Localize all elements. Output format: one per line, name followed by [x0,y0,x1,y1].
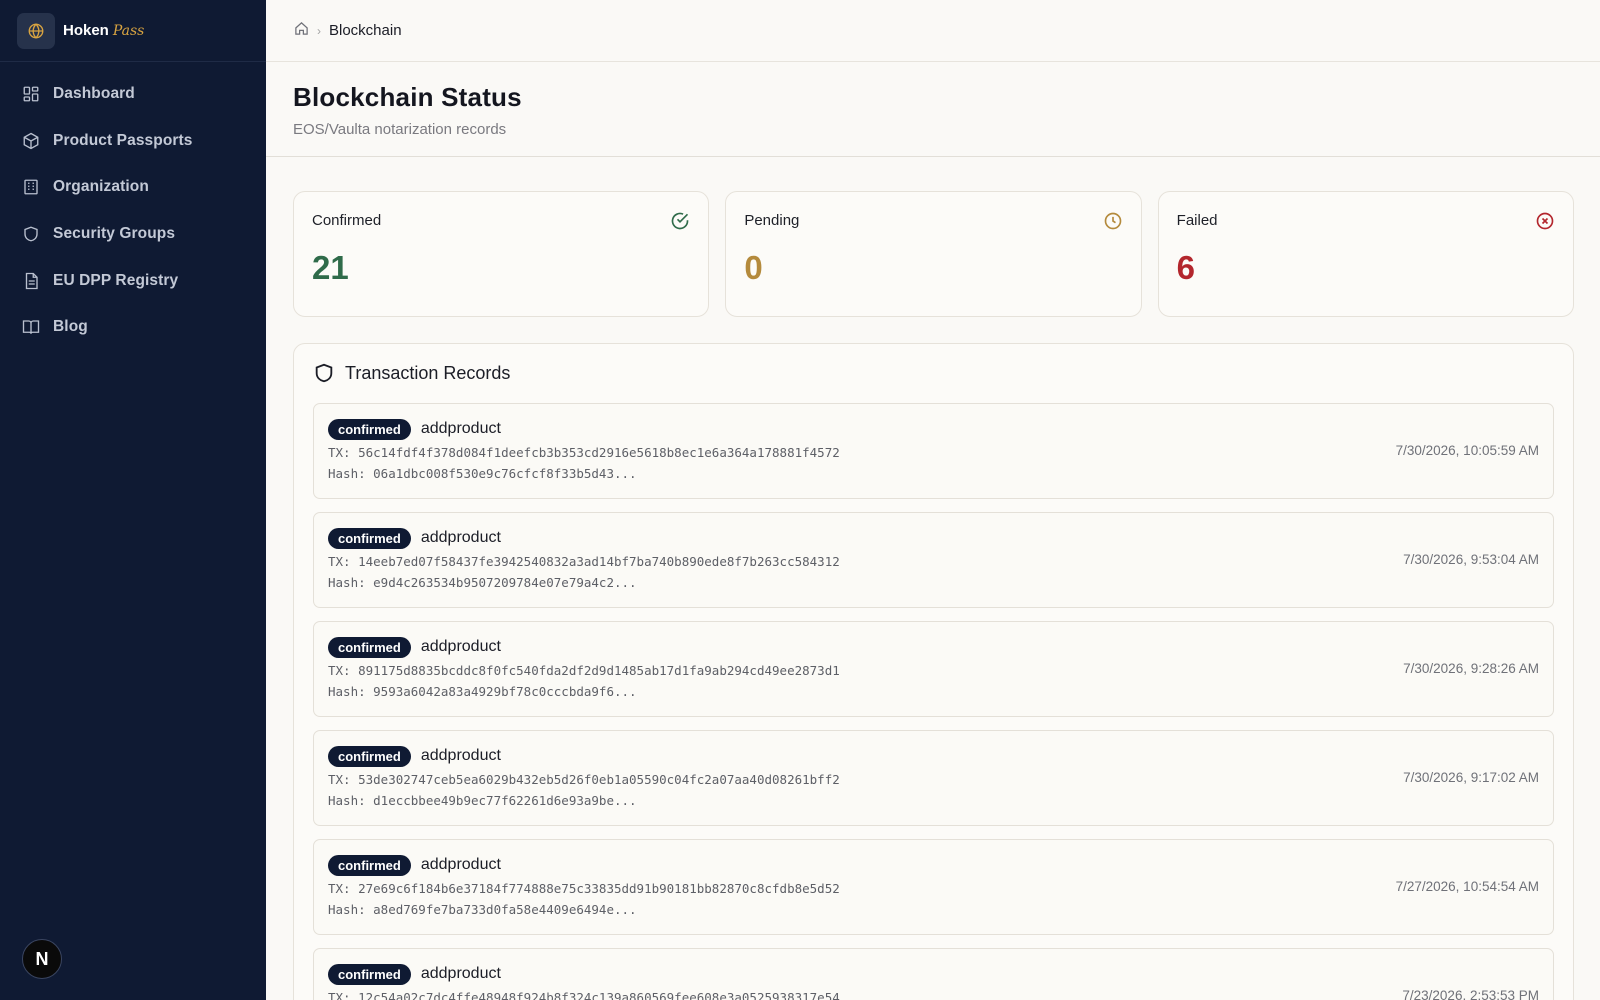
record-timestamp: 7/30/2026, 10:05:59 AM [1395,443,1539,458]
record-action: addproduct [420,747,501,764]
records-list: confirmed addproduct TX: 56c14fdf4f378d08… [313,403,1554,1000]
record-row[interactable]: confirmed addproduct TX: 14eeb7ed07f58437… [313,512,1554,608]
main-content: › Blockchain Blockchain Status EOS/Vault… [266,0,1600,1000]
page-header: Blockchain Status EOS/Vaulta notarizatio… [266,62,1600,157]
breadcrumb: › Blockchain [266,0,1600,62]
breadcrumb-current: Blockchain [329,22,402,39]
page-title: Blockchain Status [293,82,522,112]
chevron-right-icon: › [317,23,321,38]
stats-row: Confirmed 21 Pending 0 Failed 6 [293,191,1574,317]
home-icon[interactable] [294,21,309,41]
sidebar-item-product-passports[interactable]: Product Passports [0,118,266,165]
records-title: Transaction Records [345,362,511,383]
record-row[interactable]: confirmed addproduct TX: 56c14fdf4f378d08… [313,403,1554,499]
stat-card-failed: Failed 6 [1157,191,1574,317]
sidebar-item-dashboard[interactable]: Dashboard [0,71,266,118]
sidebar-nav: Dashboard Product Passports Organization… [0,62,266,351]
user-avatar[interactable]: N [22,939,62,979]
record-tx: TX: 27e69c6f184b6e37184f774888e75c33835d… [328,881,840,896]
check-circle-icon [672,212,689,230]
brand-name: Hoken [63,22,109,39]
brand-accent: Pass [112,22,145,39]
status-badge: confirmed [328,745,411,767]
stat-card-pending: Pending 0 [725,191,1142,317]
brand-logo [17,12,55,49]
record-hash: Hash: 06a1dbc008f530e9c76cfcf8f33b5d43..… [328,466,637,481]
stat-label: Failed [1176,212,1218,229]
record-action: addproduct [420,420,501,437]
sidebar-item-label: Organization [53,178,149,196]
record-action: addproduct [420,856,501,873]
file-icon [22,272,40,290]
record-timestamp: 7/27/2026, 10:54:54 AM [1395,879,1539,894]
record-action: addproduct [420,965,501,982]
stat-label: Confirmed [312,212,382,229]
globe-icon [28,22,44,39]
sidebar: Hoken Pass Dashboard Product Passports O… [0,0,266,1000]
record-row[interactable]: confirmed addproduct TX: 53de302747ceb5ea… [313,730,1554,826]
shield-icon [22,225,40,243]
stat-card-confirmed: Confirmed 21 [293,191,710,317]
transaction-records-panel: Transaction Records confirmed addproduct … [293,343,1574,1000]
sidebar-item-blog[interactable]: Blog [0,304,266,351]
sidebar-item-label: Security Groups [53,225,176,243]
record-tx: TX: 14eeb7ed07f58437fe3942540832a3ad14bf… [328,554,840,569]
record-hash: Hash: 9593a6042a83a4929bf78c0cccbda9f6..… [328,684,637,699]
sidebar-item-eu-dpp-registry[interactable]: EU DPP Registry [0,257,266,304]
sidebar-item-label: Blog [53,318,88,336]
record-action: addproduct [420,638,501,655]
package-icon [22,132,40,150]
stat-value-confirmed: 21 [312,249,349,286]
brand[interactable]: Hoken Pass [0,0,266,62]
record-tx: TX: 56c14fdf4f378d084f1deefcb3b353cd2916… [328,445,840,460]
status-badge: confirmed [328,418,411,440]
record-tx: TX: 12c54a02c7dc4ffe48948f924b8f324c139a… [328,990,840,1000]
stat-value-failed: 6 [1176,249,1196,286]
clock-icon [1104,212,1121,230]
shield-icon [315,363,333,383]
sidebar-item-label: Dashboard [53,85,135,103]
status-badge: confirmed [328,527,411,549]
dashboard-icon [22,85,40,103]
sidebar-item-label: EU DPP Registry [53,271,179,289]
record-timestamp: 7/30/2026, 9:53:04 AM [1403,552,1539,567]
status-badge: confirmed [328,636,411,658]
x-circle-icon [1536,212,1554,230]
sidebar-item-security-groups[interactable]: Security Groups [0,211,266,258]
sidebar-item-organization[interactable]: Organization [0,164,266,211]
status-badge: confirmed [328,854,411,876]
record-hash: Hash: e9d4c263534b9507209784e07e79a4c2..… [328,575,637,590]
stat-label: Pending [744,212,800,229]
record-action: addproduct [420,529,501,546]
record-tx: TX: 53de302747ceb5ea6029b432eb5d26f0eb1a… [328,772,840,787]
record-timestamp: 7/30/2026, 9:17:02 AM [1403,770,1539,785]
page-subtitle: EOS/Vaulta notarization records [293,121,507,138]
record-row[interactable]: confirmed addproduct TX: 27e69c6f184b6e37… [313,839,1554,935]
record-timestamp: 7/30/2026, 9:28:26 AM [1403,661,1539,676]
records-header: Transaction Records [313,362,1554,384]
book-icon [22,318,40,336]
sidebar-item-label: Product Passports [53,131,193,149]
record-row[interactable]: confirmed addproduct TX: 12c54a02c7dc4ffe… [313,948,1554,1000]
record-row[interactable]: confirmed addproduct TX: 891175d8835bcddc… [313,621,1554,717]
record-hash: Hash: a8ed769fe7ba733d0fa58e4409e6494e..… [328,902,637,917]
record-tx: TX: 891175d8835bcddc8f0fc540fda2df2d9d14… [328,663,840,678]
building-icon [22,178,40,196]
stat-value-pending: 0 [744,249,763,286]
status-badge: confirmed [328,963,411,985]
record-hash: Hash: d1eccbbee49b9ec77f62261d6e93a9be..… [328,793,637,808]
record-timestamp: 7/23/2026, 2:53:53 PM [1402,988,1539,1000]
